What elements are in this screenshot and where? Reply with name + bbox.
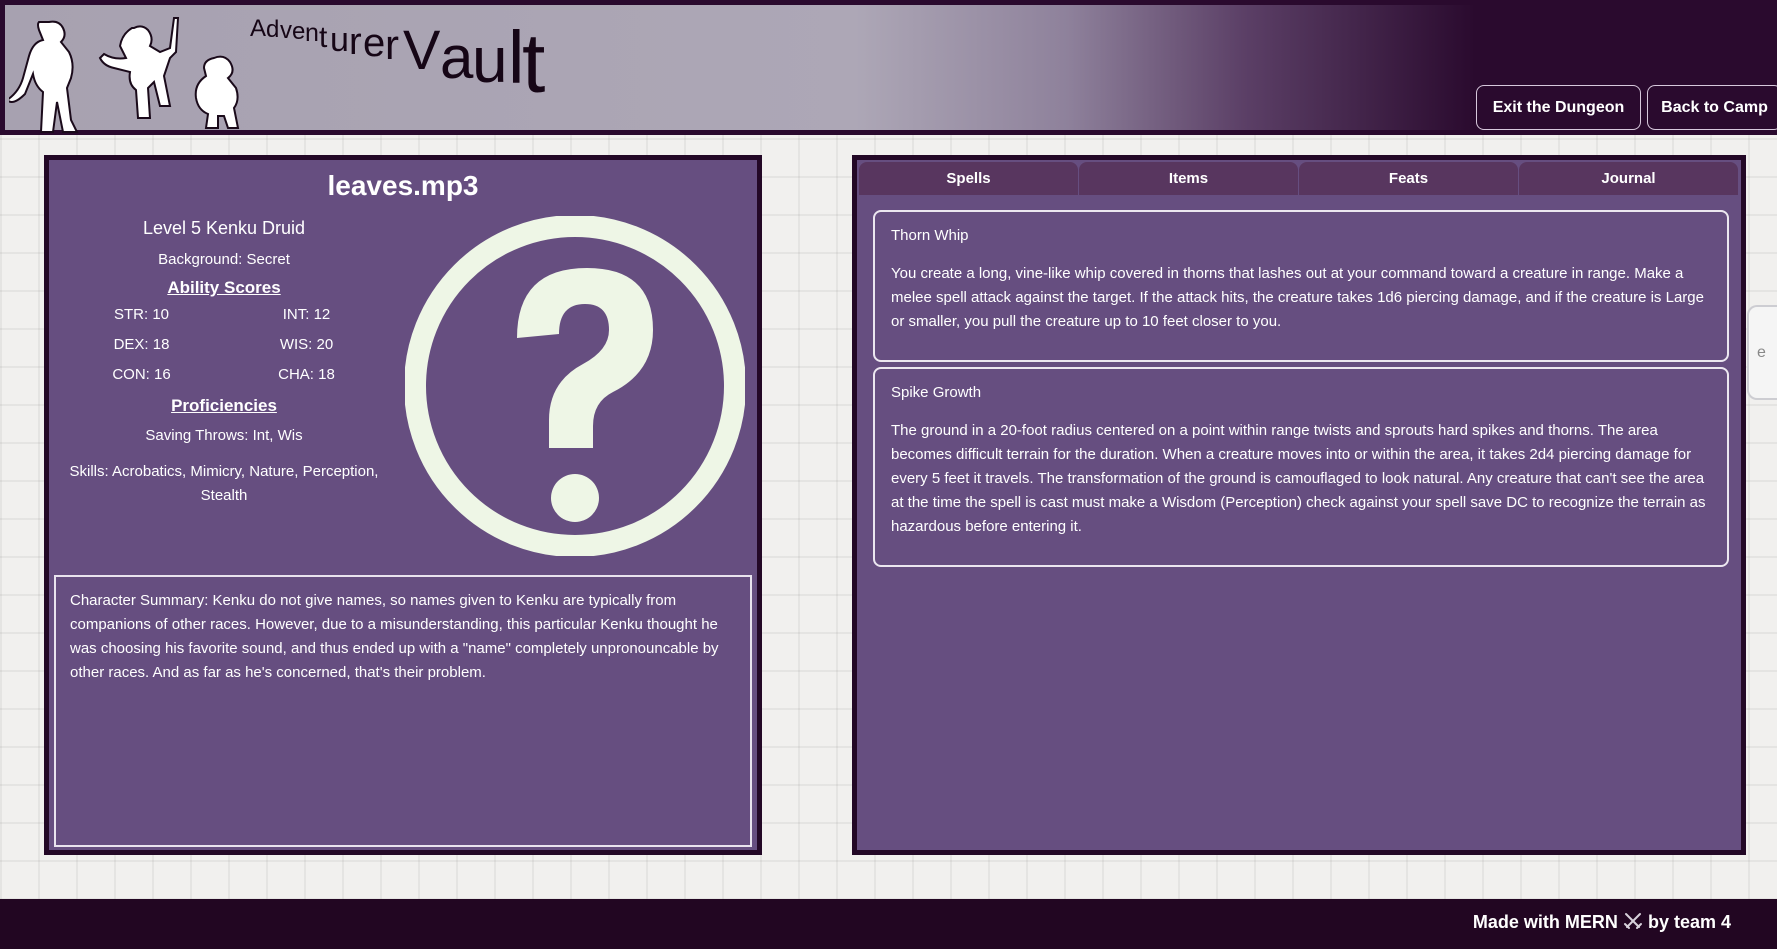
ability-con: CON: 16 — [112, 366, 171, 383]
tab-feats[interactable]: Feats — [1299, 162, 1518, 195]
skills: Skills: Acrobatics, Mimicry, Nature, Per… — [69, 463, 379, 504]
brand-letter: V — [403, 18, 441, 81]
ability-cha: CHA: 18 — [278, 366, 335, 383]
brand-letter: e — [363, 21, 386, 65]
brand-letter: d — [266, 16, 280, 43]
ability-wis: WIS: 20 — [279, 336, 334, 353]
brand-letter: v — [280, 17, 292, 44]
character-stats: Level 5 Kenku Druid Background: Secret A… — [59, 218, 389, 520]
spell-name: Thorn Whip — [891, 227, 969, 244]
spell-description: You create a long, vine-like whip covere… — [891, 265, 1704, 330]
footer-credit: Made with MERN by team 4 — [1473, 912, 1731, 933]
spell-entry: Spike Growth The ground in a 20-foot rad… — [873, 367, 1729, 567]
footer-made-with: Made with MERN — [1472, 912, 1618, 932]
ability-scores-grid: STR: 10 INT: 12 DEX: 18 WIS: 20 CON: 16 … — [59, 306, 389, 383]
site-header: A d v e n t u r e r V a u l t Exit the D… — [0, 0, 1777, 135]
site-footer: Made with MERN by team 4 — [0, 899, 1777, 949]
tab-items[interactable]: Items — [1079, 162, 1298, 195]
character-name: leaves.mp3 — [327, 170, 479, 201]
character-summary: Character Summary: Kenku do not give nam… — [54, 575, 752, 847]
ability-str: STR: 10 — [113, 306, 170, 323]
side-panel-tab[interactable]: e — [1747, 305, 1777, 400]
character-level-class: Level 5 Kenku Druid — [142, 218, 306, 238]
ability-dex: DEX: 18 — [113, 336, 170, 353]
brand-letter: r — [349, 21, 362, 63]
detail-card: Spells Items Feats Journal Thorn Whip Yo… — [852, 155, 1746, 855]
proficiencies-heading: Proficiencies — [171, 396, 277, 415]
footer-by-team: by team 4 — [1647, 912, 1731, 932]
character-background: Background: Secret — [158, 251, 290, 268]
brand-letter: u — [472, 24, 508, 96]
brand-letter: r — [385, 21, 399, 68]
character-card: leaves.mp3 Level 5 Kenku Druid Backgroun… — [44, 155, 762, 855]
brand-letter: n — [305, 19, 319, 47]
brand-letter: t — [522, 16, 546, 110]
spell-description: The ground in a 20-foot radius centered … — [891, 422, 1706, 535]
tab-journal[interactable]: Journal — [1519, 162, 1738, 195]
spell-name: Spike Growth — [891, 384, 982, 401]
spell-entry: Thorn Whip You create a long, vine-like … — [873, 210, 1729, 362]
detail-tabs: Spells Items Feats Journal — [859, 162, 1739, 195]
brand-letter: e — [292, 18, 306, 45]
brand-letter: u — [330, 21, 349, 59]
side-tab-glyph: e — [1757, 343, 1766, 361]
question-mark-circle-icon — [405, 216, 745, 556]
exit-dungeon-button[interactable]: Exit the Dungeon — [1476, 85, 1641, 130]
brand-letter: a — [440, 24, 474, 91]
ability-scores-heading: Ability Scores — [167, 278, 281, 297]
ability-int: INT: 12 — [282, 306, 331, 323]
saving-throws: Saving Throws: Int, Wis — [145, 427, 303, 444]
back-to-camp-button[interactable]: Back to Camp — [1647, 85, 1777, 130]
crossed-swords-icon — [1623, 913, 1642, 929]
brand-title: A d v e n t u r e r V a u l t — [250, 13, 630, 123]
adventurer-silhouettes-logo — [9, 17, 240, 133]
brand-letter: A — [250, 15, 267, 42]
brand-letter: t — [319, 21, 328, 54]
tab-spells[interactable]: Spells — [859, 162, 1078, 195]
